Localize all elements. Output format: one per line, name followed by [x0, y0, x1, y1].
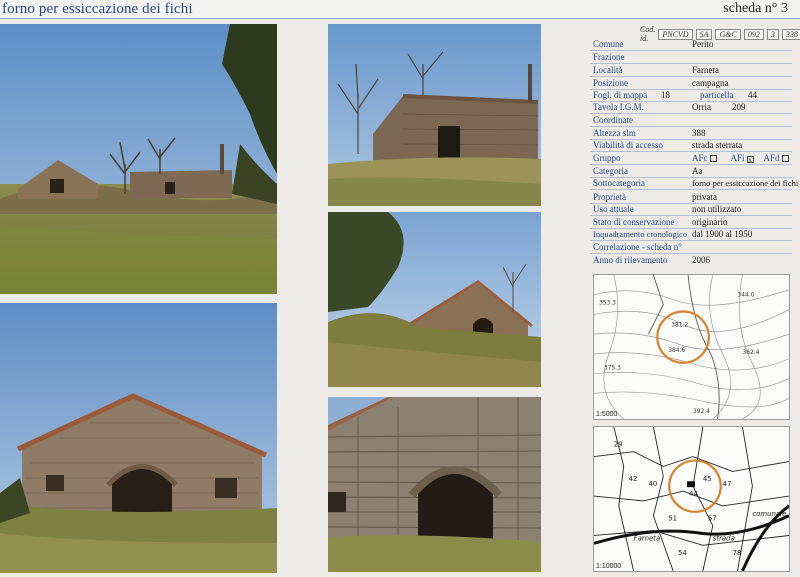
- field-uso-value: non utilizzato: [692, 204, 742, 214]
- gruppo-afi-checkbox[interactable]: x: [746, 156, 754, 164]
- map-label: 47: [723, 480, 732, 488]
- field-foglio-label: Fogl. di mappa: [593, 90, 648, 100]
- map-label: 362.4: [742, 350, 759, 356]
- code-part: 3: [766, 28, 779, 40]
- divider: [590, 76, 792, 77]
- gruppo-afd-checkbox[interactable]: [781, 155, 789, 162]
- field-categoria-value: Aa: [692, 166, 703, 176]
- map-label: 40: [648, 480, 657, 488]
- field-viabilita-value: strada sterrata: [692, 140, 743, 150]
- field-inquadramento-label: Inquadramento cronologico: [593, 229, 688, 239]
- divider: [590, 126, 792, 127]
- field-localita-label: Località: [593, 65, 623, 75]
- photo-building-front: [0, 303, 277, 573]
- map-label: 392.4: [693, 409, 710, 415]
- field-tavola-value-2: 209: [732, 102, 746, 112]
- field-localita-value: Farneta: [692, 65, 719, 75]
- gruppo-afi-label: AFi: [730, 153, 745, 163]
- divider: [590, 113, 792, 114]
- field-sottocategoria-label: Sottocategoria: [593, 178, 645, 188]
- field-posizione-label: Posizione: [593, 78, 628, 88]
- field-altezza-value: 388: [692, 128, 706, 138]
- map-label: 78: [733, 549, 742, 557]
- gruppo-afc-label: AFc: [692, 153, 708, 163]
- code-prefix: Cod. id.: [640, 25, 656, 43]
- gruppo-options: AFc AFi x AFd: [692, 153, 789, 164]
- field-stato-label: Stato di conservazione: [593, 217, 675, 227]
- map-label: 375.3: [604, 366, 621, 372]
- field-correlazione-label: Correlazione - scheda n°: [593, 242, 682, 252]
- photo-building-vegetation: [328, 212, 541, 387]
- field-coordinate-label: Coordinate: [593, 115, 633, 125]
- gruppo-afd-label: AFd: [763, 153, 780, 163]
- topographic-map: 344.0 381.2 384.6 362.4 392.4 375.3 353.…: [593, 274, 790, 420]
- gruppo-afc-checkbox[interactable]: [709, 155, 717, 162]
- map-label: 42: [629, 475, 638, 483]
- field-inquadramento-value: dal 1900 al 1950: [692, 229, 753, 239]
- map-label: 54: [678, 549, 687, 557]
- photo-oven-arch-closeup: [328, 397, 541, 572]
- divider: [590, 63, 792, 64]
- divider: [590, 151, 792, 152]
- field-altezza-label: Altezza slm: [593, 128, 636, 138]
- map-scale: 1:10000: [596, 563, 622, 570]
- photo-landscape-distant: [0, 24, 277, 294]
- field-stato-value: originario: [692, 217, 728, 227]
- map-scale: 1:5000: [596, 411, 618, 418]
- field-uso-label: Uso attuale: [593, 204, 634, 214]
- divider: [590, 189, 792, 190]
- map-label: 353.3: [599, 301, 616, 307]
- field-proprieta-value: privata: [692, 192, 717, 202]
- field-tavola-value-1: Orria: [692, 102, 711, 112]
- field-anno-value: 2006: [692, 255, 710, 265]
- map-label: 44: [689, 490, 698, 498]
- map-label: 381.2: [671, 322, 688, 328]
- cadastral-map: 40 45 44 47 51 57 29 42 54 78 Farneta st…: [593, 426, 790, 572]
- field-particella-label: particella: [700, 90, 734, 100]
- field-comune-label: Comune: [593, 39, 624, 49]
- map-label: 45: [703, 475, 712, 483]
- field-categoria-label: Categoria: [593, 166, 628, 176]
- field-frazione-label: Frazione: [593, 52, 625, 62]
- photo-building-side: [328, 24, 541, 206]
- divider: [590, 50, 792, 51]
- map-label: comunale: [752, 510, 786, 518]
- identification-code: Cod. id. PNCVD SA G&C 092 3 338: [640, 25, 800, 43]
- map-label: Farneta: [634, 534, 661, 542]
- code-part: G&C: [715, 28, 741, 40]
- divider: [590, 215, 792, 216]
- field-comune-value: Perito: [692, 39, 714, 49]
- sheet-number: scheda n° 3: [723, 1, 788, 16]
- divider: [590, 164, 792, 165]
- code-part: 338: [781, 28, 800, 40]
- field-posizione-value: campagna: [692, 78, 729, 88]
- field-anno-label: Anno di rilevamento: [593, 255, 668, 265]
- map-label: 29: [614, 441, 623, 449]
- field-viabilita-label: Viabilità di accesso: [593, 140, 663, 150]
- header-bar: forno per essiccazione dei fichi scheda …: [0, 0, 800, 19]
- field-sottocategoria-value: forno per essiccazione dei fichi: [692, 178, 799, 188]
- field-tavola-label: Tavola I.G.M.: [593, 102, 644, 112]
- field-foglio-value: 18: [661, 90, 670, 100]
- field-proprieta-label: Proprietà: [593, 192, 626, 202]
- map-label: 384.6: [668, 348, 685, 354]
- code-part: SA: [695, 28, 713, 40]
- map-label: 51: [668, 515, 677, 523]
- divider: [590, 240, 792, 241]
- code-part: PNCVD: [658, 28, 693, 40]
- map-label: 57: [708, 515, 717, 523]
- field-gruppo-label: Gruppo: [593, 153, 621, 163]
- map-label: strada: [713, 534, 735, 542]
- code-part: 092: [743, 28, 764, 40]
- divider: [590, 253, 792, 254]
- map-label: 344.0: [738, 293, 755, 299]
- field-particella-value: 44: [748, 90, 757, 100]
- page-title: forno per essiccazione dei fichi: [2, 1, 193, 17]
